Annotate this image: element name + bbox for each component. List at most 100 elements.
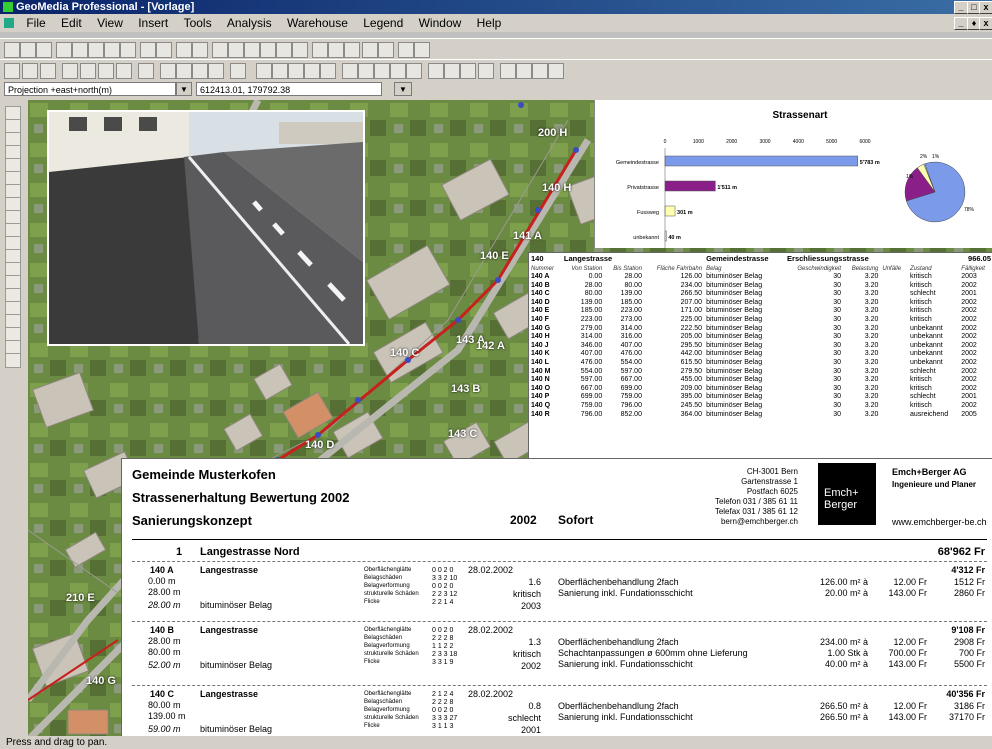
- bar: [664, 155, 859, 167]
- toolbar-button[interactable]: [344, 42, 360, 58]
- menu-legend[interactable]: Legend: [357, 14, 409, 32]
- table-row: 140 R 796.00 852.00 364.00 bituminöser Belag…: [529, 411, 992, 420]
- toolbar-button[interactable]: [328, 42, 344, 58]
- segment-to: 80.00 m: [148, 647, 181, 657]
- toolbar-button[interactable]: [120, 42, 136, 58]
- table-cell: 2002: [961, 384, 977, 392]
- table-cell: 3.20: [864, 315, 879, 323]
- projection-dropdown-button[interactable]: ▼: [176, 82, 192, 96]
- menu-analysis[interactable]: Analysis: [221, 14, 278, 32]
- tool-button[interactable]: [5, 353, 21, 368]
- toolbar-button[interactable]: [444, 63, 460, 79]
- toolbar-button[interactable]: [192, 42, 208, 58]
- coordinate-readout[interactable]: 612413.01, 179792.38: [196, 82, 382, 96]
- toolbar-button[interactable]: [228, 42, 244, 58]
- toolbar-button[interactable]: [208, 63, 224, 79]
- measure-name: Schachtanpassungen ø 600mm ohne Lieferun…: [558, 648, 748, 658]
- toolbar-button[interactable]: [20, 42, 36, 58]
- doc-minimize-button[interactable]: _: [954, 17, 968, 30]
- coordinate-dropdown-button[interactable]: ▼: [394, 82, 412, 96]
- toolbar-button[interactable]: [88, 42, 104, 58]
- toolbar-button[interactable]: [358, 63, 374, 79]
- table-cell: [880, 402, 908, 411]
- toolbar-button[interactable]: [292, 42, 308, 58]
- x-tick-label: 0: [664, 139, 667, 145]
- toolbar-button[interactable]: [140, 42, 156, 58]
- table-cell: kritisch: [909, 384, 932, 392]
- table-cell: 796.00: [620, 401, 642, 409]
- toolbar-button[interactable]: [72, 42, 88, 58]
- toolbar-button[interactable]: [260, 42, 276, 58]
- menu-edit[interactable]: Edit: [55, 14, 88, 32]
- measure-name: Oberflächenbehandlung 2fach: [558, 701, 679, 711]
- close-button[interactable]: x: [979, 1, 992, 14]
- toolbar-button[interactable]: [176, 63, 192, 79]
- table-cell: 597.00: [620, 367, 642, 375]
- toolbar-button[interactable]: [374, 63, 390, 79]
- toolbar-button[interactable]: [244, 42, 260, 58]
- menu-view[interactable]: View: [91, 14, 129, 32]
- toolbar-button[interactable]: [516, 63, 532, 79]
- toolbar-button[interactable]: [478, 63, 494, 79]
- measure-unit-price: 143.00 Fr: [888, 712, 927, 722]
- toolbar-button[interactable]: [398, 42, 414, 58]
- toolbar-button[interactable]: [428, 63, 444, 79]
- toolbar-button[interactable]: [272, 63, 288, 79]
- toolbar-button[interactable]: [176, 42, 192, 58]
- criterion-label: Flicke: [364, 599, 380, 605]
- toolbar-button[interactable]: [276, 42, 292, 58]
- menu-file[interactable]: File: [20, 14, 51, 32]
- toolbar-button[interactable]: [390, 63, 406, 79]
- toolbar-button[interactable]: [230, 63, 246, 79]
- toolbar-button[interactable]: [4, 63, 20, 79]
- toolbar-button[interactable]: [4, 42, 20, 58]
- toolbar-button[interactable]: [56, 42, 72, 58]
- toolbar-button[interactable]: [500, 63, 516, 79]
- toolbar-button[interactable]: [36, 42, 52, 58]
- col-header: Nummer: [531, 266, 555, 272]
- menu-window[interactable]: Window: [413, 14, 468, 32]
- toolbar-button[interactable]: [116, 63, 132, 79]
- table-cell: [880, 333, 908, 342]
- criterion-score: 0 0 2 0: [432, 707, 454, 714]
- minimize-button[interactable]: _: [954, 1, 968, 14]
- toolbar-button[interactable]: [312, 42, 328, 58]
- menu-tools[interactable]: Tools: [178, 14, 218, 32]
- menu-help[interactable]: Help: [471, 14, 508, 32]
- table-cell: [880, 368, 908, 377]
- table-cell: schlecht: [909, 290, 936, 298]
- toolbar-button[interactable]: [22, 63, 38, 79]
- toolbar-button[interactable]: [304, 63, 320, 79]
- toolbar-button[interactable]: [342, 63, 358, 79]
- menu-insert[interactable]: Insert: [132, 14, 174, 32]
- toolbar-button[interactable]: [80, 63, 96, 79]
- table-row: 140 B 28.00 80.00 234.00 bituminöser Belag 30…: [529, 282, 992, 291]
- toolbar-button[interactable]: [548, 63, 564, 79]
- toolbar-button[interactable]: [138, 63, 154, 79]
- toolbar-button[interactable]: [98, 63, 114, 79]
- menu-warehouse[interactable]: Warehouse: [281, 14, 354, 32]
- toolbar-button[interactable]: [460, 63, 476, 79]
- toolbar-button[interactable]: [212, 42, 228, 58]
- toolbar-button[interactable]: [320, 63, 336, 79]
- toolbar-button[interactable]: [378, 42, 394, 58]
- toolbar-button[interactable]: [532, 63, 548, 79]
- toolbar-button[interactable]: [160, 63, 176, 79]
- toolbar-button[interactable]: [192, 63, 208, 79]
- toolbar-button[interactable]: [104, 42, 120, 58]
- projection-select[interactable]: Projection +east+north(m): [4, 82, 176, 96]
- table-title-row: 140 Langestrasse Gemeindestrasse Erschli…: [529, 253, 992, 265]
- toolbar-button[interactable]: [256, 63, 272, 79]
- toolbar-button[interactable]: [288, 63, 304, 79]
- x-tick-label: 1000: [693, 139, 704, 145]
- toolbar-button[interactable]: [156, 42, 172, 58]
- doc-close-button[interactable]: x: [979, 17, 992, 30]
- criterion-label: strukturelle Schäden: [364, 591, 419, 597]
- toolbar-button[interactable]: [40, 63, 56, 79]
- toolbar-button[interactable]: [414, 42, 430, 58]
- segment-to: 28.00 m: [148, 587, 181, 597]
- toolbar-button[interactable]: [362, 42, 378, 58]
- document-icon[interactable]: [4, 18, 14, 28]
- toolbar-button[interactable]: [406, 63, 422, 79]
- toolbar-button[interactable]: [62, 63, 78, 79]
